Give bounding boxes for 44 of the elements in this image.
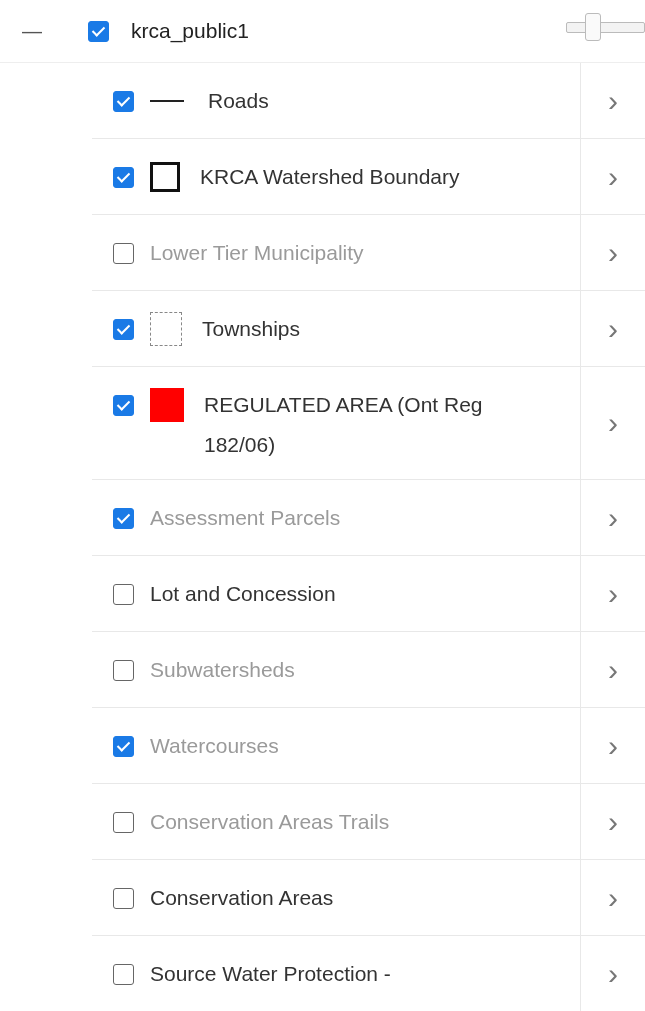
layer-label: Watercourses (150, 733, 280, 759)
checkbox[interactable] (113, 660, 134, 681)
dashed-square-icon (150, 312, 182, 346)
layer-group-label: krca_public1 (131, 19, 249, 43)
layer-label: Source Water Protection - (150, 961, 392, 987)
checkbox[interactable] (113, 584, 134, 605)
checkbox[interactable] (88, 20, 109, 42)
layer-label: Townships (202, 316, 302, 342)
checkbox[interactable] (113, 964, 134, 985)
expand-chevron[interactable]: › (604, 85, 622, 116)
expand-chevron[interactable]: › (604, 730, 622, 761)
expand-chevron[interactable]: › (604, 654, 622, 685)
checkbox[interactable] (113, 508, 134, 529)
expand-chevron[interactable]: › (604, 237, 622, 268)
layer-label: Conservation Areas Trails (150, 809, 391, 835)
expand-chevron[interactable]: › (604, 408, 622, 438)
checkbox[interactable] (113, 395, 134, 416)
layer-label: Lower Tier Municipality (150, 240, 365, 266)
expand-chevron[interactable]: › (604, 313, 622, 344)
checkbox[interactable] (113, 319, 134, 340)
checkbox[interactable] (113, 167, 134, 188)
layer-label: Assessment Parcels (150, 505, 342, 531)
layer-label: REGULATED AREA (Ont Reg 182/06) (204, 392, 484, 458)
checkbox[interactable] (113, 243, 134, 264)
square-symbol-icon (150, 162, 180, 192)
slider-thumb[interactable] (584, 13, 601, 41)
expand-chevron[interactable]: › (604, 806, 622, 837)
expand-chevron[interactable]: › (604, 161, 622, 192)
opacity-slider[interactable] (566, 13, 645, 41)
expand-chevron[interactable]: › (604, 958, 622, 989)
expand-chevron[interactable]: › (604, 502, 622, 533)
expand-chevron[interactable]: › (604, 578, 622, 609)
checkbox[interactable] (113, 736, 134, 757)
layer-label: Roads (208, 88, 270, 114)
layer-label: KRCA Watershed Boundary (200, 164, 461, 190)
expand-chevron[interactable]: › (604, 882, 622, 913)
layer-label: Lot and Concession (150, 581, 337, 607)
layer-label: Subwatersheds (150, 657, 296, 683)
checkbox[interactable] (113, 888, 134, 909)
checkbox[interactable] (113, 91, 134, 112)
collapse-button[interactable]: — (20, 19, 44, 43)
line-symbol-icon (150, 100, 184, 102)
checkbox[interactable] (113, 812, 134, 833)
layer-label: Conservation Areas (150, 885, 335, 911)
